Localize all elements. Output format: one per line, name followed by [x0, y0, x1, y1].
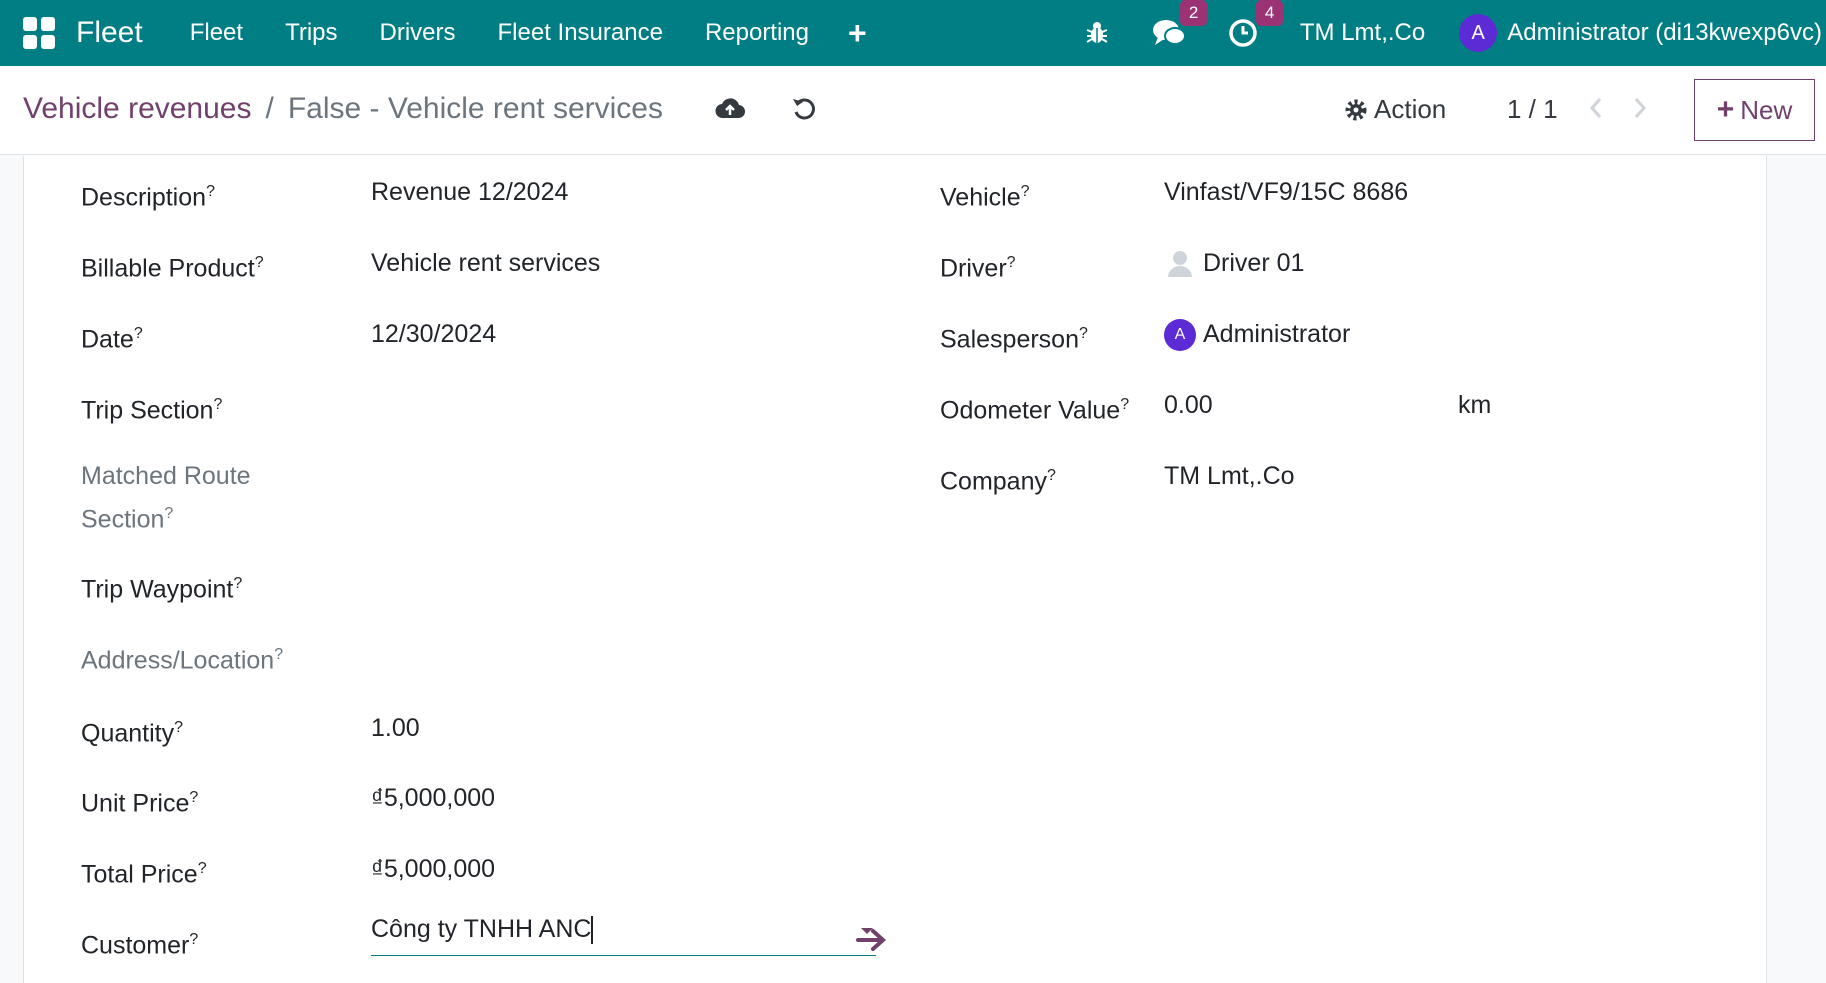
- clock-icon[interactable]: 4: [1228, 0, 1284, 48]
- plus-icon: +: [1716, 93, 1735, 126]
- app-brand[interactable]: Fleet: [76, 16, 143, 50]
- address-location-label: Address/Location?: [81, 646, 284, 675]
- action-menu-button[interactable]: Action: [1344, 94, 1446, 125]
- chevron-right-icon[interactable]: [1632, 96, 1648, 125]
- pager-value[interactable]: 1 / 1: [1507, 94, 1558, 125]
- chevron-left-icon[interactable]: [1588, 96, 1604, 125]
- customer-label: Customer?: [81, 931, 199, 960]
- unit-price-label: Unit Price?: [81, 789, 199, 818]
- person-avatar-icon: [1168, 251, 1192, 277]
- app-grid-icon[interactable]: [20, 14, 58, 52]
- new-button[interactable]: + New: [1694, 79, 1815, 141]
- description-value[interactable]: Revenue 12/2024: [371, 173, 568, 211]
- customer-value: Công ty TNHH ANC: [371, 915, 592, 943]
- odometer-value[interactable]: 0.00: [1164, 386, 1213, 424]
- new-label: New: [1740, 94, 1793, 125]
- text-caret: [591, 916, 593, 945]
- driver-label: Driver?: [940, 254, 1016, 283]
- vehicle-value[interactable]: Vinfast/VF9/15C 8686: [1164, 173, 1408, 211]
- customer-input[interactable]: Công ty TNHH ANC: [371, 910, 876, 956]
- description-label: Description?: [81, 183, 215, 212]
- vehicle-label: Vehicle?: [940, 183, 1030, 212]
- menu-drivers[interactable]: Drivers: [380, 19, 456, 47]
- company-value[interactable]: TM Lmt,.Co: [1164, 457, 1295, 495]
- date-label: Date?: [81, 325, 143, 354]
- matched-route-section-label: Matched Route Section?: [81, 462, 251, 534]
- menu-reporting[interactable]: Reporting: [705, 19, 809, 47]
- activities-badge: 4: [1255, 0, 1284, 26]
- trip-waypoint-field[interactable]: [371, 565, 821, 603]
- discard-changes-icon[interactable]: [791, 96, 817, 127]
- gear-icon: [1345, 99, 1367, 120]
- unit-price-value[interactable]: ₫5,000,000: [371, 779, 495, 817]
- bug-icon[interactable]: [1084, 20, 1110, 46]
- trip-section-field[interactable]: [371, 386, 821, 424]
- breadcrumb: Vehicle revenues / False - Vehicle rent …: [23, 92, 663, 126]
- total-price-value: ₫5,000,000: [371, 855, 496, 883]
- quantity-label: Quantity?: [81, 719, 184, 748]
- user-avatar[interactable]: A: [1459, 14, 1498, 52]
- breadcrumb-current: False - Vehicle rent services: [287, 92, 663, 125]
- menu-fleet[interactable]: Fleet: [190, 19, 243, 47]
- total-price-label: Total Price?: [81, 860, 207, 889]
- menu-fleet-insurance[interactable]: Fleet Insurance: [498, 19, 663, 47]
- trip-waypoint-label: Trip Waypoint?: [81, 575, 243, 604]
- salesperson-value: Administrator: [1203, 320, 1351, 348]
- user-menu[interactable]: Administrator (di13kwexp6vc): [1507, 19, 1822, 47]
- odometer-unit: km: [1458, 391, 1492, 419]
- trip-section-label: Trip Section?: [81, 396, 223, 425]
- control-panel: Vehicle revenues / False - Vehicle rent …: [0, 66, 1826, 155]
- arrow-right-icon[interactable]: [856, 926, 888, 954]
- salesperson-field[interactable]: A Administrator: [1164, 315, 1350, 353]
- messages-icon[interactable]: 2: [1152, 0, 1208, 48]
- odometer-label: Odometer Value?: [940, 396, 1130, 425]
- cloud-upload-icon[interactable]: [715, 96, 746, 125]
- driver-value: Driver 01: [1203, 249, 1305, 277]
- billable-product-label: Billable Product?: [81, 254, 264, 283]
- billable-product-value[interactable]: Vehicle rent services: [371, 244, 600, 282]
- company-label: Company?: [940, 467, 1056, 496]
- date-value[interactable]: 12/30/2024: [371, 315, 496, 353]
- menu-trips[interactable]: Trips: [285, 19, 337, 47]
- messages-badge: 2: [1179, 0, 1208, 26]
- quantity-value[interactable]: 1.00: [371, 709, 420, 747]
- form-sheet: Description? Revenue 12/2024 Billable Pr…: [23, 156, 1767, 983]
- top-navbar: Fleet Fleet Trips Drivers Fleet Insuranc…: [0, 0, 1826, 66]
- company-switcher[interactable]: TM Lmt,.Co: [1300, 19, 1425, 47]
- breadcrumb-separator: /: [265, 92, 274, 125]
- breadcrumb-parent[interactable]: Vehicle revenues: [23, 92, 252, 126]
- salesperson-label: Salesperson?: [940, 325, 1088, 354]
- salesperson-avatar: A: [1164, 319, 1196, 352]
- driver-field[interactable]: Driver 01: [1164, 244, 1304, 282]
- plus-icon[interactable]: +: [848, 15, 867, 52]
- action-label: Action: [1374, 94, 1447, 124]
